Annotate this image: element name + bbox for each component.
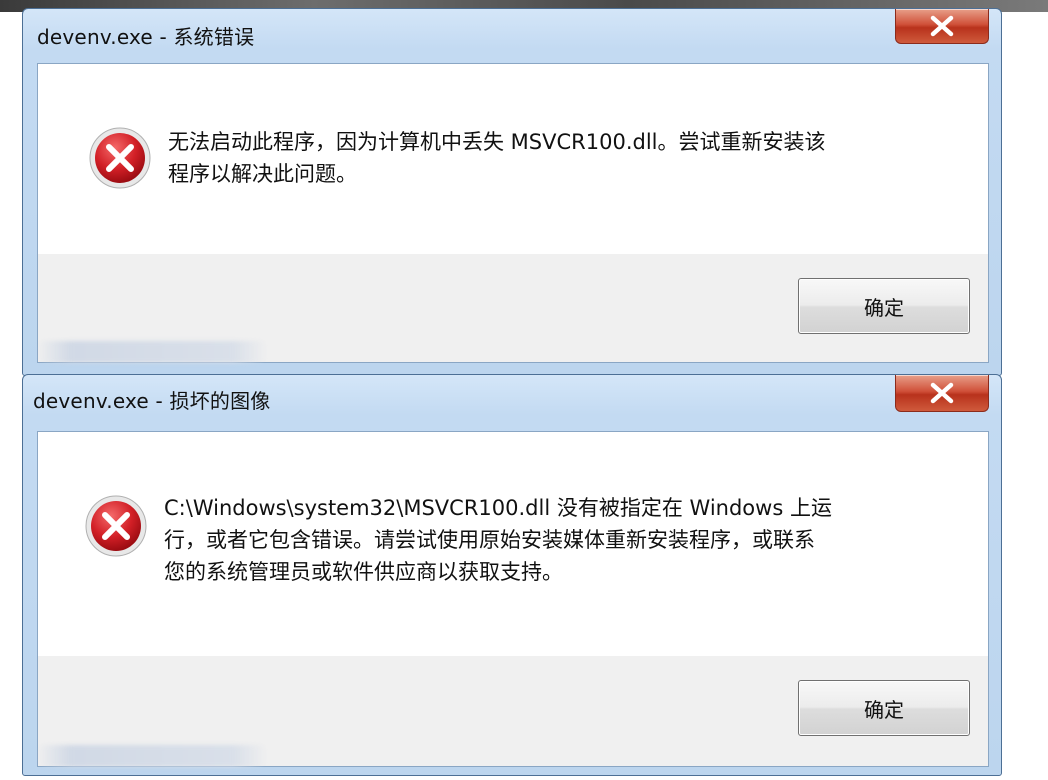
system-error-dialog: devenv.exe - 系统错误 无法启动此程序，因为计算机中丢失 MSVCR… (22, 8, 1002, 376)
close-icon (930, 382, 954, 404)
dialog-title: devenv.exe - 系统错误 (37, 25, 255, 49)
error-icon (85, 495, 147, 557)
message-area: C:\Windows\system32\MSVCR100.dll 没有被指定在 … (38, 432, 988, 656)
close-button[interactable] (895, 375, 989, 412)
error-message: C:\Windows\system32\MSVCR100.dll 没有被指定在 … (164, 496, 832, 584)
dialog-body: C:\Windows\system32\MSVCR100.dll 没有被指定在 … (37, 431, 989, 767)
close-button[interactable] (895, 9, 989, 44)
bad-image-dialog: devenv.exe - 损坏的图像 C:\Windows\system32\M… (22, 374, 1002, 776)
message-area: 无法启动此程序，因为计算机中丢失 MSVCR100.dll。尝试重新安装该 程序… (38, 64, 988, 254)
error-icon (89, 127, 151, 189)
dialog-title: devenv.exe - 损坏的图像 (33, 389, 271, 413)
ok-button[interactable]: 确定 (798, 278, 970, 334)
blurred-watermark (37, 745, 267, 767)
error-message: 无法启动此程序，因为计算机中丢失 MSVCR100.dll。尝试重新安装该 程序… (168, 130, 826, 186)
ok-button[interactable]: 确定 (798, 680, 970, 736)
close-icon (930, 15, 954, 37)
blurred-watermark (37, 341, 267, 363)
dialog-body: 无法启动此程序，因为计算机中丢失 MSVCR100.dll。尝试重新安装该 程序… (37, 63, 989, 363)
